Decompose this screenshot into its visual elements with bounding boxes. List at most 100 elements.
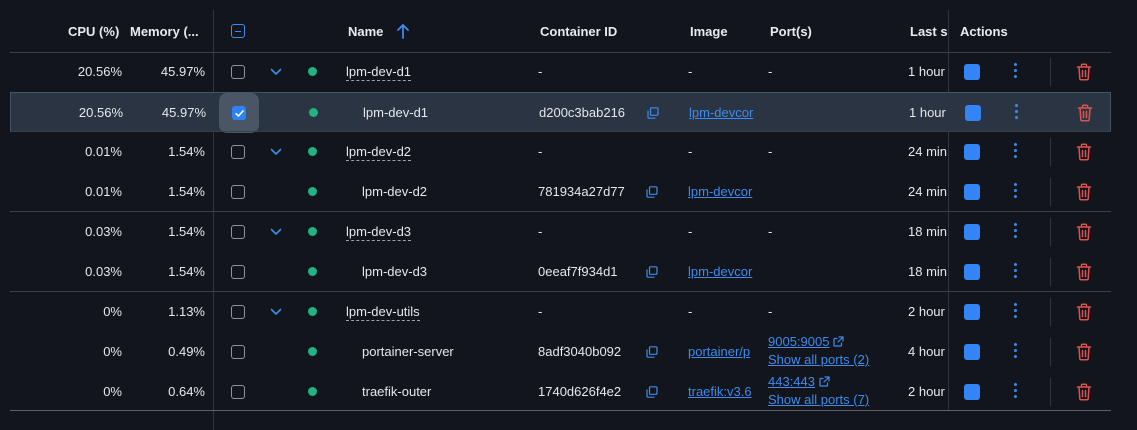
column-header-container-id[interactable]: Container ID [540, 24, 617, 39]
more-options-icon[interactable] [1014, 303, 1018, 321]
image-name[interactable]: lpm-devcor [689, 105, 763, 121]
row-checkbox[interactable] [231, 185, 245, 199]
container-name[interactable]: lpm-dev-d3 [346, 224, 412, 241]
copy-icon[interactable] [646, 346, 658, 358]
column-header-name[interactable]: Name [348, 24, 383, 39]
more-options-icon[interactable] [1014, 63, 1018, 81]
row-checkbox[interactable] [231, 265, 245, 279]
action-divider [1050, 378, 1051, 406]
column-header-image[interactable]: Image [690, 24, 728, 39]
action-divider [1050, 258, 1051, 286]
stop-button[interactable] [964, 144, 980, 160]
stop-button[interactable] [964, 304, 980, 320]
container-name[interactable]: lpm-dev-d1 [346, 64, 412, 81]
table-row[interactable]: 0.01% 1.54% lpm-dev-d2 781934a27d77 lpm-… [10, 172, 1111, 212]
action-divider [1050, 138, 1051, 166]
row-checkbox[interactable] [231, 345, 245, 359]
more-options-icon[interactable] [1014, 183, 1018, 201]
stop-button[interactable] [964, 384, 980, 400]
trash-icon[interactable] [1076, 303, 1092, 321]
row-checkbox-checked[interactable] [232, 106, 246, 120]
copy-icon[interactable] [646, 266, 658, 278]
table-row[interactable]: 20.56% 45.97% lpm-dev-d1 d200c3bab216 lp… [10, 92, 1111, 133]
column-header-memory[interactable]: Memory (... [130, 24, 199, 39]
group-separator [10, 131, 1111, 132]
stop-button[interactable] [964, 344, 980, 360]
image-name[interactable]: lpm-devcor [688, 184, 762, 200]
stop-button[interactable] [964, 264, 980, 280]
column-header-last-started[interactable]: Last s [910, 24, 948, 39]
container-name[interactable]: lpm-dev-d1 [363, 105, 428, 121]
container-name[interactable]: lpm-dev-d3 [362, 264, 427, 280]
container-name[interactable]: portainer-server [362, 344, 454, 360]
copy-icon[interactable] [647, 107, 659, 119]
more-options-icon[interactable] [1014, 383, 1018, 401]
select-all-checkbox[interactable] [231, 24, 245, 38]
trash-icon[interactable] [1076, 383, 1092, 401]
chevron-down-icon[interactable] [270, 148, 282, 156]
table-row[interactable]: 0% 0.64% traefik-outer 1740d626f4e2 trae… [10, 372, 1111, 412]
container-name[interactable]: lpm-dev-d2 [362, 184, 427, 200]
trash-icon[interactable] [1076, 143, 1092, 161]
stop-button[interactable] [964, 64, 980, 80]
status-running-icon [308, 267, 317, 276]
row-checkbox[interactable] [231, 65, 245, 79]
trash-icon[interactable] [1076, 343, 1092, 361]
trash-icon[interactable] [1076, 183, 1092, 201]
trash-icon[interactable] [1077, 104, 1093, 122]
cpu-value: 0% [103, 384, 122, 399]
table-row[interactable]: 0.03% 1.54% lpm-dev-d3 0eeaf7f934d1 lpm-… [10, 252, 1111, 292]
show-all-ports-link[interactable]: Show all ports (2) [768, 352, 869, 367]
image-name[interactable]: traefik:v3.6 [688, 384, 762, 400]
show-all-ports-link[interactable]: Show all ports (7) [768, 392, 869, 407]
port-link[interactable]: 443:443 [768, 374, 815, 389]
chevron-down-icon[interactable] [270, 68, 282, 76]
sort-ascending-icon[interactable] [396, 23, 410, 39]
status-running-icon [308, 187, 317, 196]
more-options-icon[interactable] [1014, 143, 1018, 161]
cpu-value: 0.03% [85, 264, 122, 279]
container-name[interactable]: lpm-dev-utils [346, 304, 420, 321]
image-name[interactable]: portainer/p [688, 344, 762, 360]
external-link-icon[interactable] [833, 336, 844, 347]
table-row[interactable]: 0.01% 1.54% lpm-dev-d2 - - - 24 min [10, 132, 1111, 172]
trash-icon[interactable] [1076, 263, 1092, 281]
more-options-icon[interactable] [1015, 104, 1019, 122]
table-row[interactable]: 0.03% 1.54% lpm-dev-d3 - - - 18 min [10, 212, 1111, 252]
action-divider [1051, 99, 1052, 127]
copy-icon[interactable] [646, 386, 658, 398]
stop-button[interactable] [965, 105, 981, 121]
trash-icon[interactable] [1076, 223, 1092, 241]
table-row[interactable]: 0% 0.49% portainer-server 8adf3040b092 p… [10, 332, 1111, 372]
row-checkbox[interactable] [231, 305, 245, 319]
more-options-icon[interactable] [1014, 263, 1018, 281]
status-running-icon [308, 307, 317, 316]
column-header-ports[interactable]: Port(s) [770, 24, 812, 39]
cpu-value: 20.56% [77, 64, 122, 79]
table-row[interactable]: 0% 1.13% lpm-dev-utils - - - 2 hour [10, 292, 1111, 332]
more-options-icon[interactable] [1014, 343, 1018, 361]
image-name[interactable]: lpm-devcor [688, 264, 762, 280]
chevron-down-icon[interactable] [270, 228, 282, 236]
copy-icon[interactable] [646, 186, 658, 198]
more-options-icon[interactable] [1014, 223, 1018, 241]
memory-value: 45.97% [161, 105, 206, 120]
container-name[interactable]: lpm-dev-d2 [346, 144, 412, 161]
container-name[interactable]: traefik-outer [362, 384, 431, 400]
row-checkbox[interactable] [231, 385, 245, 399]
column-header-cpu[interactable]: CPU (%) [68, 24, 119, 39]
trash-icon[interactable] [1076, 63, 1092, 81]
port-mapping[interactable]: 443:443 Show all ports (7) [768, 374, 869, 408]
port-link[interactable]: 9005:9005 [768, 334, 829, 349]
row-checkbox[interactable] [231, 145, 245, 159]
port-mapping[interactable]: 9005:9005 Show all ports (2) [768, 334, 869, 368]
last-started: 1 hour [909, 105, 946, 120]
stop-button[interactable] [964, 224, 980, 240]
chevron-down-icon[interactable] [270, 308, 282, 316]
stop-button[interactable] [964, 184, 980, 200]
table-row[interactable]: 20.56% 45.97% lpm-dev-d1 - - - 1 hour [10, 52, 1111, 92]
external-link-icon[interactable] [819, 376, 830, 387]
memory-value: 1.54% [168, 184, 205, 199]
row-checkbox[interactable] [231, 225, 245, 239]
last-started: 24 min [908, 144, 948, 159]
